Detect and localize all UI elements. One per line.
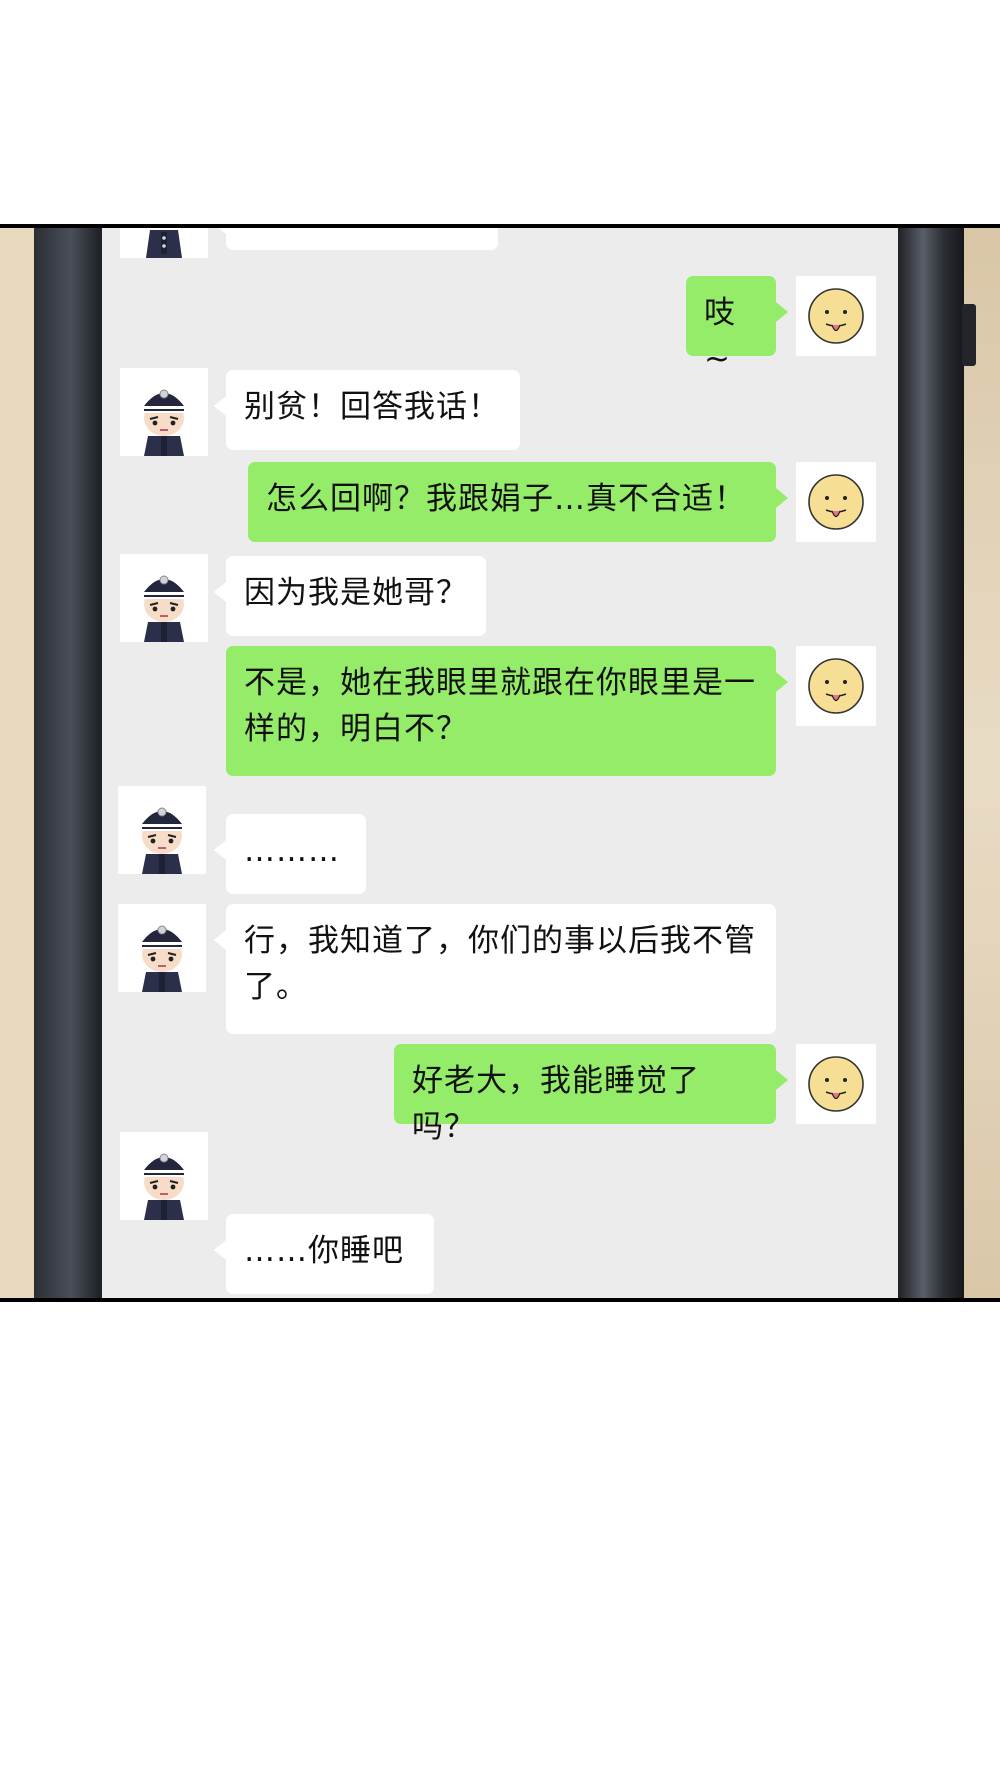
contact-avatar[interactable] bbox=[118, 786, 206, 874]
phone-side-button bbox=[962, 304, 976, 366]
tongue-out-smiley-avatar-icon bbox=[796, 462, 876, 542]
contact-avatar[interactable] bbox=[120, 368, 208, 456]
self-avatar[interactable] bbox=[796, 462, 876, 542]
message-text: 好老大，我能睡觉了吗？ bbox=[412, 1063, 700, 1145]
message-text: ……你睡吧 bbox=[244, 1233, 404, 1269]
police-officer-avatar-icon bbox=[118, 904, 206, 992]
police-officer-avatar-icon bbox=[120, 554, 208, 642]
background-blur bbox=[960, 228, 1000, 1298]
message-bubble-sent[interactable]: 好老大，我能睡觉了吗？ bbox=[394, 1044, 788, 1145]
contact-avatar[interactable] bbox=[120, 554, 208, 642]
message-bubble-sent[interactable]: 不是，她在我眼里就跟在你眼里是一样的，明白不？ bbox=[226, 646, 788, 776]
police-officer-avatar-icon bbox=[120, 1132, 208, 1220]
tongue-out-smiley-avatar-icon bbox=[796, 646, 876, 726]
comic-panel: 吱~ 别贫！回答我话！ 怎么回啊？我跟娟子…真不合适！ 因为我是她哥？ 不是，她… bbox=[0, 224, 1000, 1302]
message-bubble-received[interactable]: 行，我知道了，你们的事以后我不管了。 bbox=[214, 904, 776, 1034]
self-avatar[interactable] bbox=[796, 646, 876, 726]
police-officer-avatar-icon bbox=[120, 228, 208, 258]
police-officer-avatar-icon bbox=[118, 786, 206, 874]
message-text: 行，我知道了，你们的事以后我不管了。 bbox=[244, 923, 756, 1005]
message-bubble-received[interactable]: ……… bbox=[214, 814, 366, 894]
chat-screen[interactable]: 吱~ 别贫！回答我话！ 怎么回啊？我跟娟子…真不合适！ 因为我是她哥？ 不是，她… bbox=[102, 228, 898, 1298]
tongue-out-smiley-avatar-icon bbox=[796, 276, 876, 356]
contact-avatar[interactable] bbox=[120, 1132, 208, 1220]
message-text: 因为我是她哥？ bbox=[244, 575, 468, 611]
phone-frame-edge bbox=[896, 228, 964, 1298]
self-avatar[interactable] bbox=[796, 276, 876, 356]
self-avatar[interactable] bbox=[796, 1044, 876, 1124]
message-bubble-received[interactable] bbox=[214, 228, 498, 250]
contact-avatar[interactable] bbox=[118, 904, 206, 992]
message-text: 吱~ bbox=[704, 295, 736, 377]
message-text: ……… bbox=[244, 833, 340, 869]
contact-avatar[interactable] bbox=[120, 228, 208, 258]
message-bubble-sent[interactable]: 怎么回啊？我跟娟子…真不合适！ bbox=[248, 462, 788, 542]
tongue-out-smiley-avatar-icon bbox=[796, 1044, 876, 1124]
message-text: 不是，她在我眼里就跟在你眼里是一样的，明白不？ bbox=[244, 665, 756, 747]
police-officer-avatar-icon bbox=[120, 368, 208, 456]
message-bubble-received[interactable]: 因为我是她哥？ bbox=[214, 556, 486, 636]
message-text: 别贫！回答我话！ bbox=[244, 389, 500, 425]
message-text: 怎么回啊？我跟娟子…真不合适！ bbox=[266, 481, 746, 517]
message-bubble-sent[interactable]: 吱~ bbox=[686, 276, 788, 377]
message-bubble-received[interactable]: ……你睡吧 bbox=[214, 1214, 434, 1294]
message-bubble-received[interactable]: 别贫！回答我话！ bbox=[214, 370, 520, 450]
